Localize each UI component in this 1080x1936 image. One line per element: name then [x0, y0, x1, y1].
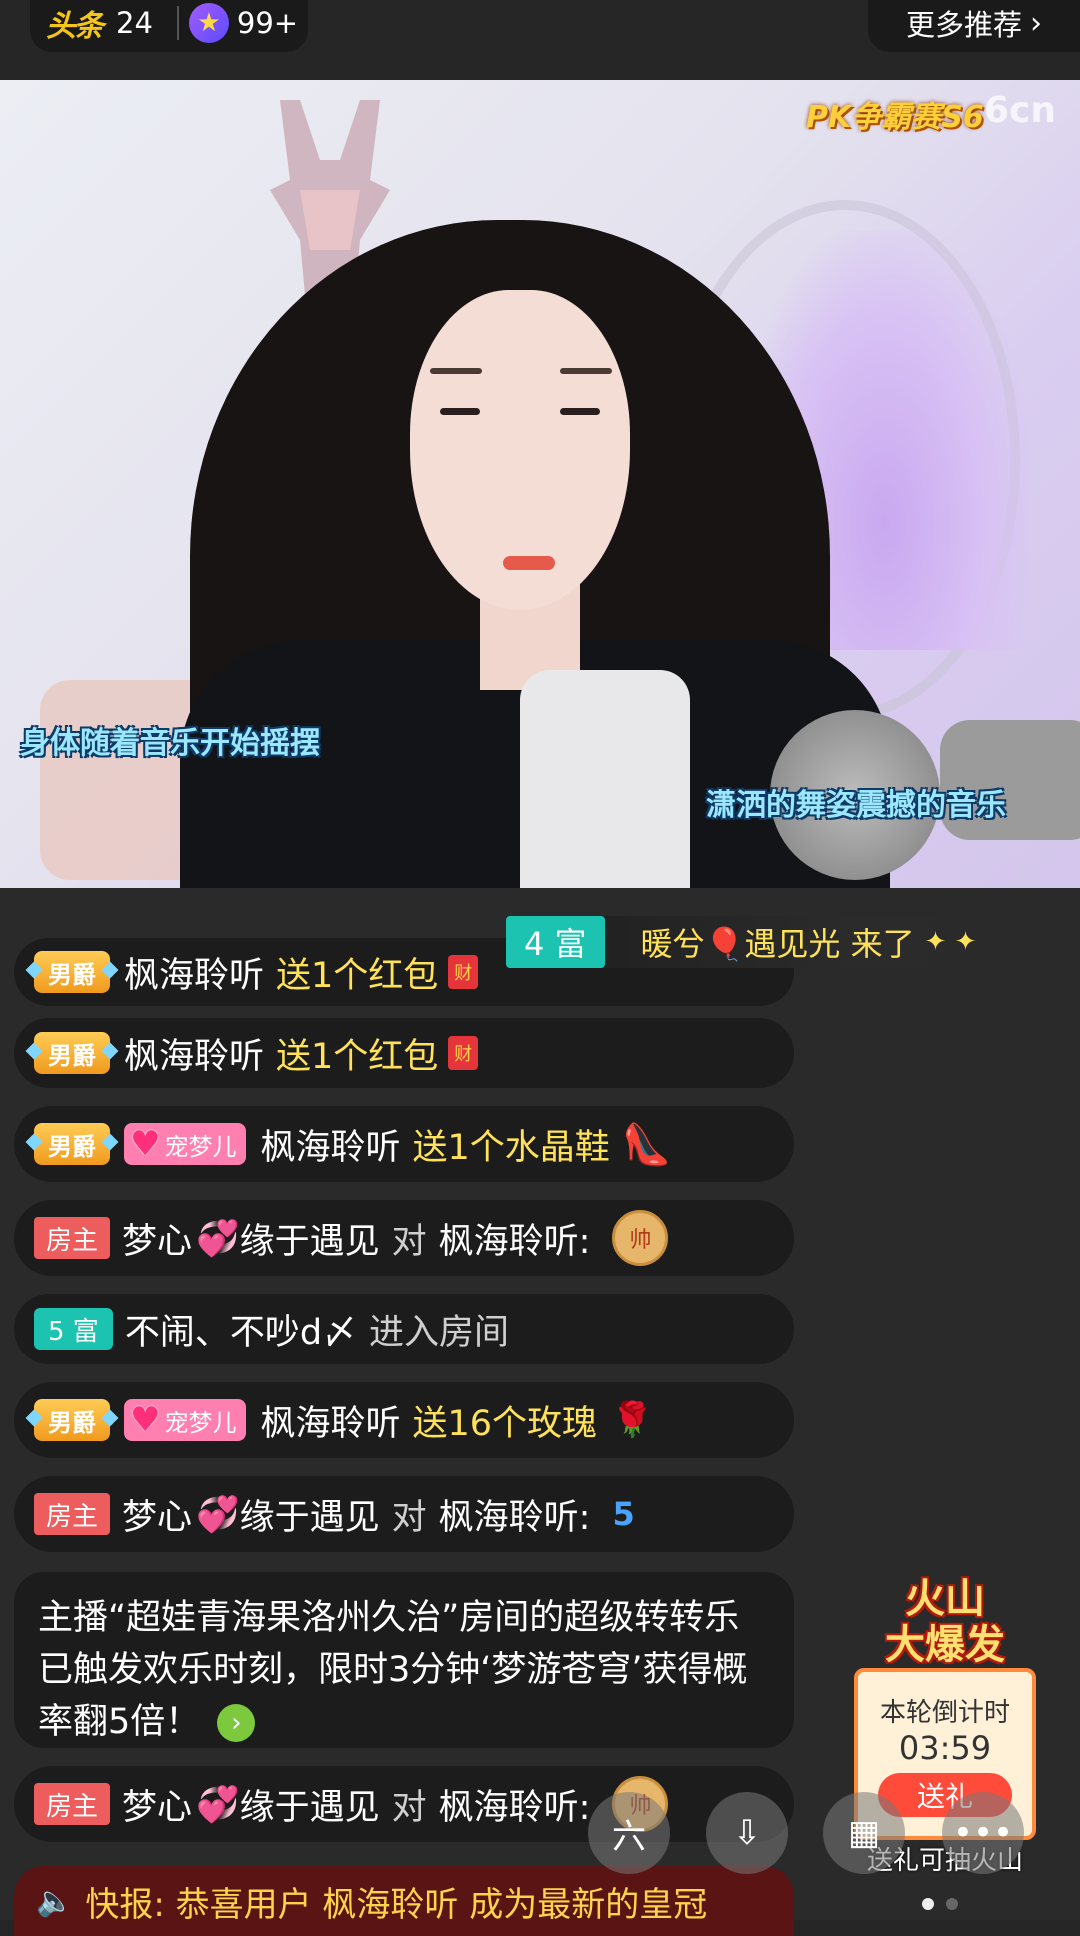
- fan-name: 宠梦儿: [164, 1408, 237, 1437]
- eye: [440, 408, 480, 415]
- pk-logo: PK争霸赛S6: [806, 100, 984, 135]
- verb: 对: [391, 1787, 427, 1828]
- username[interactable]: 梦心: [122, 1213, 192, 1264]
- rich-badge: 5 富: [34, 1308, 113, 1350]
- volcano-title-line1: 火山: [905, 1576, 985, 1622]
- more-recommend-label: 更多推荐: [905, 8, 1022, 42]
- lyric-subtitle-left: 身体随着音乐开始摇摆: [20, 726, 320, 761]
- username-suffix: 缘于遇见: [239, 1787, 380, 1828]
- hearts-icon: 💞: [196, 1218, 240, 1259]
- verb: 对: [391, 1221, 427, 1262]
- chat-message[interactable]: 男爵 ♥ 宠梦儿 枫海聆听 送1个水晶鞋 👠: [14, 1106, 794, 1182]
- eyebrow: [560, 368, 612, 374]
- entry-text: 暖兮🎈遇见光 来了: [640, 925, 915, 963]
- gift-action: 送1个红包: [276, 1036, 439, 1077]
- page-indicator: [922, 1898, 958, 1910]
- headline-count: 24: [116, 6, 153, 40]
- more-recommend-button[interactable]: 更多推荐 ›: [868, 0, 1080, 52]
- system-message[interactable]: 主播“超娃青海果洛州久治”房间的超级转转乐已触发欢乐时刻，限时3分钟‘梦游苍穹’…: [14, 1572, 794, 1748]
- toutiao-logo: 头条: [46, 9, 104, 44]
- username[interactable]: 枫海聆听: [124, 947, 264, 998]
- countdown-timer: 03:59: [898, 1729, 992, 1767]
- entry-action: 进入房间: [369, 1312, 510, 1353]
- crystal-shoe-icon: 👠: [621, 1121, 672, 1168]
- lips: [503, 556, 555, 570]
- sparkle-icon: ✦ ✦: [924, 927, 977, 957]
- chat-message[interactable]: 5 富 不闹、不吵d〆 进入房间: [14, 1294, 794, 1364]
- chat-message[interactable]: 男爵 ♥ 宠梦儿 枫海聆听 送16个玫瑰 🌹: [14, 1382, 794, 1458]
- target-username[interactable]: 枫海聆听:: [439, 1489, 591, 1540]
- red-packet-icon: 财: [448, 1036, 479, 1070]
- live-video[interactable]: PK争霸赛S6 6cn 身体随着音乐开始摇摆 潇洒的舞姿震撼的音乐: [0, 80, 1080, 888]
- rose-icon: 🌹: [611, 1400, 654, 1440]
- rank-badge: 男爵: [34, 1399, 110, 1441]
- chat-message[interactable]: 房主 梦心 💞 缘于遇见 对 枫海聆听: 5: [14, 1476, 794, 1552]
- target-username[interactable]: 枫海聆听:: [439, 1779, 591, 1830]
- entry-banner: 4 富 暖兮🎈遇见光 来了 ✦ ✦: [506, 916, 1080, 968]
- eye: [560, 408, 600, 415]
- volcano-title: 火山 大爆发: [850, 1576, 1040, 1680]
- heart-icon: ♥: [130, 1124, 161, 1164]
- six-icon: 六: [612, 1816, 646, 1857]
- download-icon: ⇩: [732, 1813, 762, 1853]
- chat-message[interactable]: 男爵 枫海聆听 送1个红包 财: [14, 1018, 794, 1088]
- fan-badge: ♥ 宠梦儿: [124, 1123, 247, 1165]
- top-bar: 头条 24 ★ 99+ 更多推荐 ›: [0, 0, 1080, 80]
- chat-message[interactable]: 房主 梦心 💞 缘于遇见 对 枫海聆听: 帅: [14, 1766, 794, 1842]
- username[interactable]: 枫海聆听: [260, 1395, 400, 1446]
- badge-count: 99+: [236, 6, 299, 40]
- page-dot: [946, 1898, 958, 1910]
- username-suffix: 缘于遇见: [239, 1497, 380, 1538]
- six-icon-button[interactable]: 六: [588, 1792, 670, 1874]
- speaker-icon: 🔈: [36, 1883, 74, 1919]
- rich-badge: 4 富: [506, 916, 605, 968]
- gift-action: 送16个玫瑰: [412, 1403, 598, 1444]
- streamer-shirt: [520, 670, 690, 888]
- username[interactable]: 枫海聆听: [260, 1119, 400, 1170]
- eyebrow: [430, 368, 482, 374]
- countdown-label: 本轮倒计时: [879, 1698, 1010, 1728]
- verb: 对: [391, 1497, 427, 1538]
- download-button[interactable]: ⇩: [706, 1792, 788, 1874]
- chevron-right-icon: ›: [1030, 5, 1042, 41]
- username[interactable]: 梦心: [122, 1489, 192, 1540]
- target-username[interactable]: 枫海聆听:: [439, 1213, 591, 1264]
- red-packet-icon: 财: [448, 955, 479, 989]
- heart-icon: ♥: [130, 1400, 161, 1440]
- gift-action: 送1个红包: [276, 955, 439, 996]
- username[interactable]: 枫海聆听: [124, 1028, 264, 1079]
- volcano-title-line2: 大爆发: [885, 1622, 1005, 1668]
- host-badge: 房主: [34, 1493, 111, 1535]
- rank-badge: 男爵: [34, 951, 110, 993]
- v5-level-icon: 5: [612, 1495, 635, 1533]
- grid-menu-button[interactable]: ▦: [823, 1792, 905, 1874]
- news-ticker[interactable]: 🔈 快报: 恭喜用户 枫海聆听 成为最新的皇冠: [14, 1866, 794, 1936]
- hearts-icon: 💞: [196, 1494, 240, 1535]
- grid-icon: ▦: [847, 1813, 881, 1853]
- star-icon: ★: [188, 3, 229, 43]
- chat-message[interactable]: 房主 梦心 💞 缘于遇见 对 枫海聆听: 帅: [14, 1200, 794, 1276]
- lyric-subtitle-right: 潇洒的舞姿震撼的音乐: [706, 788, 1006, 823]
- username-suffix: 缘于遇见: [239, 1221, 380, 1262]
- username[interactable]: 不闹、不吵d〆: [125, 1304, 357, 1355]
- fan-name: 宠梦儿: [164, 1132, 237, 1161]
- rank-badge: 男爵: [34, 1032, 110, 1074]
- page-dot-active: [922, 1898, 934, 1910]
- divider: [176, 6, 179, 40]
- news-text: 快报: 恭喜用户 枫海聆听 成为最新的皇冠: [85, 1884, 708, 1925]
- fan-badge: ♥ 宠梦儿: [124, 1399, 247, 1441]
- username[interactable]: 梦心: [122, 1779, 192, 1830]
- host-badge: 房主: [34, 1783, 111, 1825]
- rank-badge: 男爵: [34, 1123, 110, 1165]
- site-watermark: 6cn: [984, 90, 1057, 131]
- headline-pill[interactable]: 头条 24 ★ 99+: [30, 0, 308, 52]
- system-message-text: 主播“超娃青海果洛州久治”房间的超级转转乐已触发欢乐时刻，限时3分钟‘梦游苍穹’…: [38, 1598, 748, 1742]
- go-arrow-icon[interactable]: ›: [217, 1704, 256, 1742]
- gift-action: 送1个水晶鞋: [412, 1127, 610, 1168]
- more-dots-icon: •••: [952, 1813, 1014, 1853]
- chess-piece-icon: 帅: [612, 1210, 669, 1266]
- host-badge: 房主: [34, 1217, 111, 1259]
- hearts-icon: 💞: [196, 1784, 240, 1825]
- more-button[interactable]: •••: [942, 1792, 1024, 1874]
